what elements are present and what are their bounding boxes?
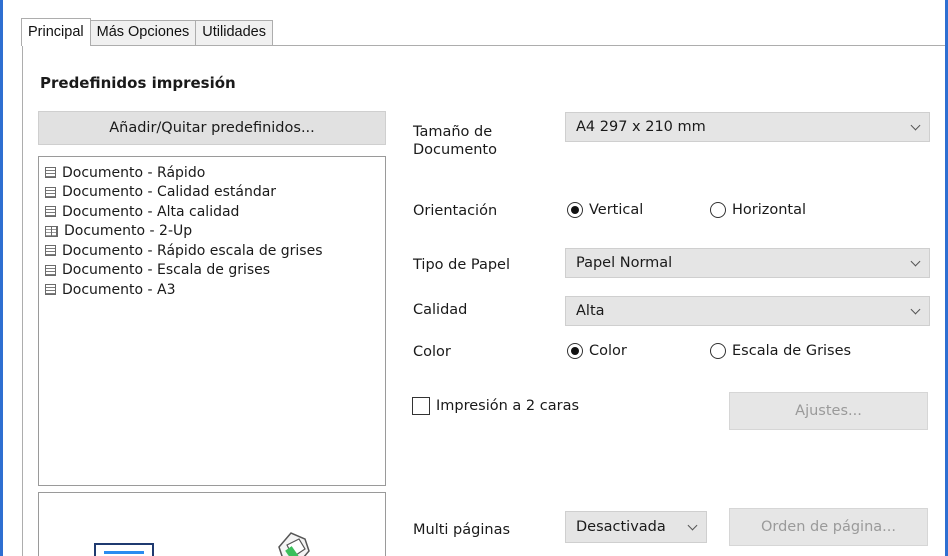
paper-type-label: Tipo de Papel bbox=[413, 257, 510, 273]
list-item[interactable]: Documento - Calidad estándar bbox=[45, 183, 385, 203]
preset-label: Documento - Alta calidad bbox=[62, 203, 240, 220]
duplex-label: Impresión a 2 caras bbox=[436, 398, 580, 414]
color-label: Color bbox=[413, 344, 451, 360]
add-remove-presets-button[interactable]: Añadir/Quitar predefinidos... bbox=[38, 111, 386, 145]
paper-type-value: Papel Normal bbox=[576, 255, 673, 271]
paper-preview-icon bbox=[94, 543, 154, 556]
color-color-label: Color bbox=[589, 343, 627, 359]
duplex-settings-button[interactable]: Ajustes... bbox=[729, 392, 928, 430]
checkbox-icon bbox=[412, 397, 430, 415]
document-icon bbox=[45, 206, 56, 218]
chevron-down-icon bbox=[910, 120, 921, 130]
quality-select[interactable]: Alta bbox=[565, 296, 930, 326]
color-grayscale-radio[interactable]: Escala de Grises bbox=[710, 343, 851, 359]
list-item[interactable]: Documento - Escala de grises bbox=[45, 261, 385, 281]
list-item[interactable]: Documento - Alta calidad bbox=[45, 202, 385, 222]
two-up-icon bbox=[45, 225, 58, 237]
tab-mas-opciones[interactable]: Más Opciones bbox=[89, 20, 197, 46]
preset-label: Documento - A3 bbox=[62, 281, 176, 298]
document-icon bbox=[45, 186, 56, 198]
printer-icon bbox=[278, 532, 310, 556]
orientation-horizontal-label: Horizontal bbox=[732, 202, 807, 218]
list-item[interactable]: Documento - Rápido bbox=[45, 163, 385, 183]
color-grayscale-label: Escala de Grises bbox=[732, 343, 852, 359]
multipage-select[interactable]: Desactivada bbox=[565, 511, 707, 543]
window-frame-left bbox=[0, 0, 3, 556]
radio-unselected-icon bbox=[710, 343, 726, 359]
color-color-radio[interactable]: Color bbox=[567, 343, 627, 359]
document-icon bbox=[45, 167, 56, 179]
list-item[interactable]: Documento - Rápido escala de grises bbox=[45, 241, 385, 261]
print-preview bbox=[38, 492, 386, 556]
presets-title: Predefinidos impresión bbox=[40, 74, 236, 92]
orientation-horizontal-radio[interactable]: Horizontal bbox=[710, 202, 806, 218]
preset-label: Documento - Escala de grises bbox=[62, 262, 271, 279]
preset-label: Documento - Rápido bbox=[62, 164, 206, 181]
list-item[interactable]: Documento - 2-Up bbox=[45, 222, 385, 242]
multipage-value: Desactivada bbox=[576, 519, 666, 535]
chevron-down-icon bbox=[910, 256, 921, 266]
preset-label: Documento - Calidad estándar bbox=[62, 184, 277, 201]
quality-value: Alta bbox=[576, 303, 605, 319]
document-size-value: A4 297 x 210 mm bbox=[576, 119, 706, 135]
document-size-label: Tamaño de Documento bbox=[413, 124, 497, 158]
radio-unselected-icon bbox=[710, 202, 726, 218]
radio-selected-icon bbox=[567, 202, 583, 218]
multipage-label: Multi páginas bbox=[413, 522, 511, 538]
duplex-checkbox[interactable]: Impresión a 2 caras bbox=[412, 397, 579, 415]
document-size-select[interactable]: A4 297 x 210 mm bbox=[565, 112, 930, 142]
quality-label: Calidad bbox=[413, 302, 468, 318]
tab-principal[interactable]: Principal bbox=[21, 18, 91, 46]
preset-label: Documento - Rápido escala de grises bbox=[62, 242, 323, 259]
tab-bar: Principal Más Opciones Utilidades bbox=[21, 18, 273, 46]
tab-panel-border bbox=[22, 45, 945, 46]
presets-list[interactable]: Documento - Rápido Documento - Calidad e… bbox=[38, 156, 386, 486]
tab-utilidades[interactable]: Utilidades bbox=[195, 20, 273, 46]
page-order-button[interactable]: Orden de página... bbox=[729, 508, 928, 546]
radio-selected-icon bbox=[567, 343, 583, 359]
document-icon bbox=[45, 264, 56, 276]
preset-label: Documento - 2-Up bbox=[64, 223, 193, 240]
list-item[interactable]: Documento - A3 bbox=[45, 280, 385, 300]
document-icon bbox=[45, 245, 56, 257]
orientation-vertical-radio[interactable]: Vertical bbox=[567, 202, 643, 218]
chevron-down-icon bbox=[910, 304, 921, 314]
orientation-label: Orientación bbox=[413, 203, 498, 219]
paper-type-select[interactable]: Papel Normal bbox=[565, 248, 930, 278]
orientation-vertical-label: Vertical bbox=[589, 202, 644, 218]
document-icon bbox=[45, 284, 56, 296]
panel-left-border bbox=[22, 45, 23, 556]
chevron-down-icon bbox=[687, 520, 698, 530]
